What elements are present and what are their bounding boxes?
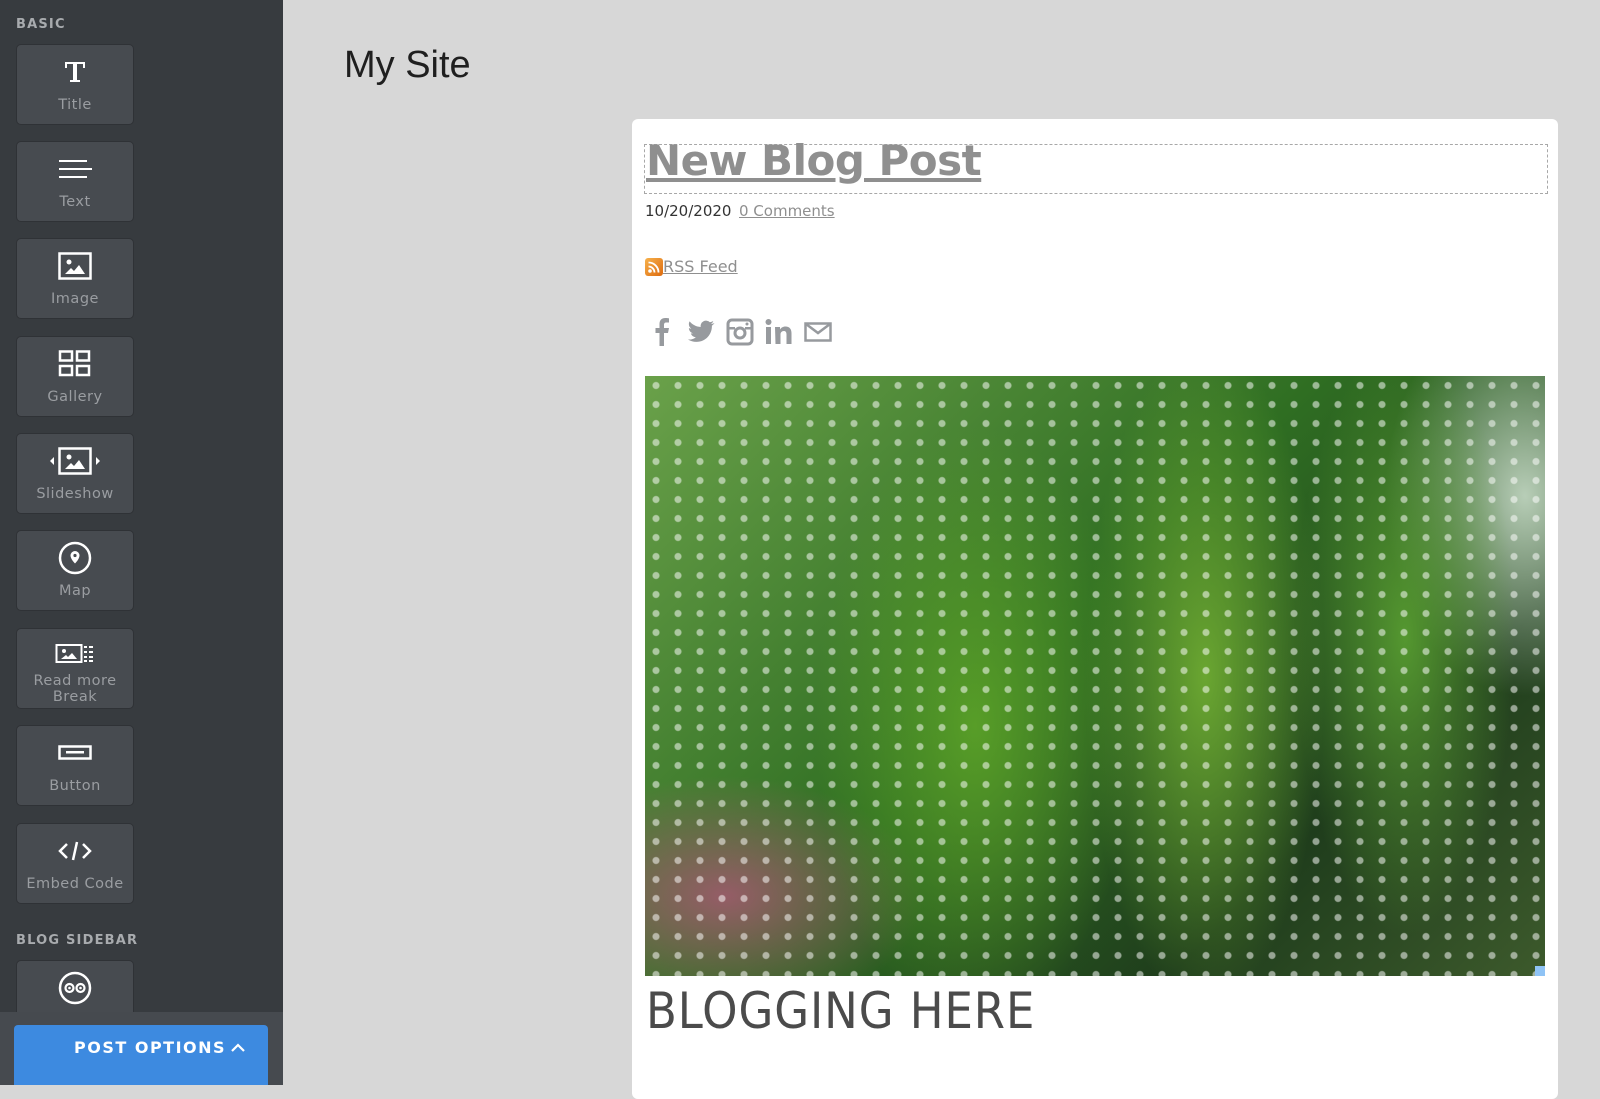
sidebar-item-title[interactable]: Title — [16, 44, 134, 125]
sidebar-item-label: Embed Code — [26, 876, 124, 892]
sidebar-item-map[interactable]: Map — [16, 530, 134, 611]
read-more-icon — [17, 639, 133, 669]
sidebar-item-text[interactable]: Text — [16, 141, 134, 222]
gallery-icon — [17, 349, 133, 379]
sidebar-item-label-line1: Read more — [33, 673, 117, 689]
sidebar-item-image[interactable]: Image — [16, 238, 134, 319]
sidebar-item-label: Gallery — [47, 389, 103, 405]
image-resize-handle[interactable] — [1535, 966, 1545, 976]
post-date: 10/20/2020 — [645, 202, 732, 220]
sidebar-item-embed-code[interactable]: Embed Code — [16, 823, 134, 904]
site-title[interactable]: My Site — [344, 44, 471, 87]
title-icon — [17, 57, 133, 87]
map-pin-icon — [17, 541, 133, 575]
sidebar-item-label: Text — [59, 194, 91, 210]
text-icon — [17, 154, 133, 184]
sidebar-item-label: Title — [58, 97, 92, 113]
sidebar-item-label-line2: Break — [52, 689, 98, 705]
email-icon[interactable] — [804, 316, 832, 348]
tripadvisor-icon — [17, 971, 133, 1005]
sidebar-item-label: Button — [49, 778, 101, 794]
section-label-basic: BASIC — [16, 17, 66, 32]
sidebar-item-gallery[interactable]: Gallery — [16, 336, 134, 417]
post-options-label: POST OPTIONS — [74, 1038, 227, 1057]
image-icon — [17, 251, 133, 281]
slideshow-icon — [17, 446, 133, 476]
post-heading[interactable]: BLOGGING HERE — [646, 982, 1035, 1040]
sidebar-item-button[interactable]: Button — [16, 725, 134, 806]
embed-code-icon — [17, 836, 133, 866]
post-image[interactable] — [645, 376, 1545, 976]
element-sidebar: BASIC Title Text Image Gallery Slideshow — [0, 0, 283, 1085]
sidebar-item-label: Slideshow — [36, 486, 114, 502]
section-label-blog-sidebar: BLOG SIDEBAR — [16, 933, 139, 948]
sidebar-item-label: Map — [58, 583, 92, 599]
twitter-icon[interactable] — [687, 316, 715, 348]
comments-link[interactable]: 0 Comments — [739, 202, 835, 220]
social-icons — [648, 316, 832, 348]
chevron-up-icon — [230, 1038, 246, 1057]
post-title[interactable]: New Blog Post — [646, 136, 982, 185]
rss-icon — [645, 257, 663, 276]
instagram-icon[interactable] — [726, 316, 754, 348]
facebook-icon[interactable] — [648, 316, 676, 348]
linkedin-icon[interactable] — [765, 316, 793, 348]
sidebar-item-label: Read more Break — [17, 673, 133, 705]
sidebar-item-label: Image — [51, 291, 99, 307]
rss-feed-link[interactable]: RSS Feed — [645, 257, 738, 276]
sidebar-item-read-more-break[interactable]: Read more Break — [16, 628, 134, 709]
button-icon — [17, 738, 133, 768]
rss-feed-label: RSS Feed — [663, 257, 738, 276]
post-options-button[interactable]: POST OPTIONS — [14, 1025, 268, 1085]
sidebar-item-slideshow[interactable]: Slideshow — [16, 433, 134, 514]
